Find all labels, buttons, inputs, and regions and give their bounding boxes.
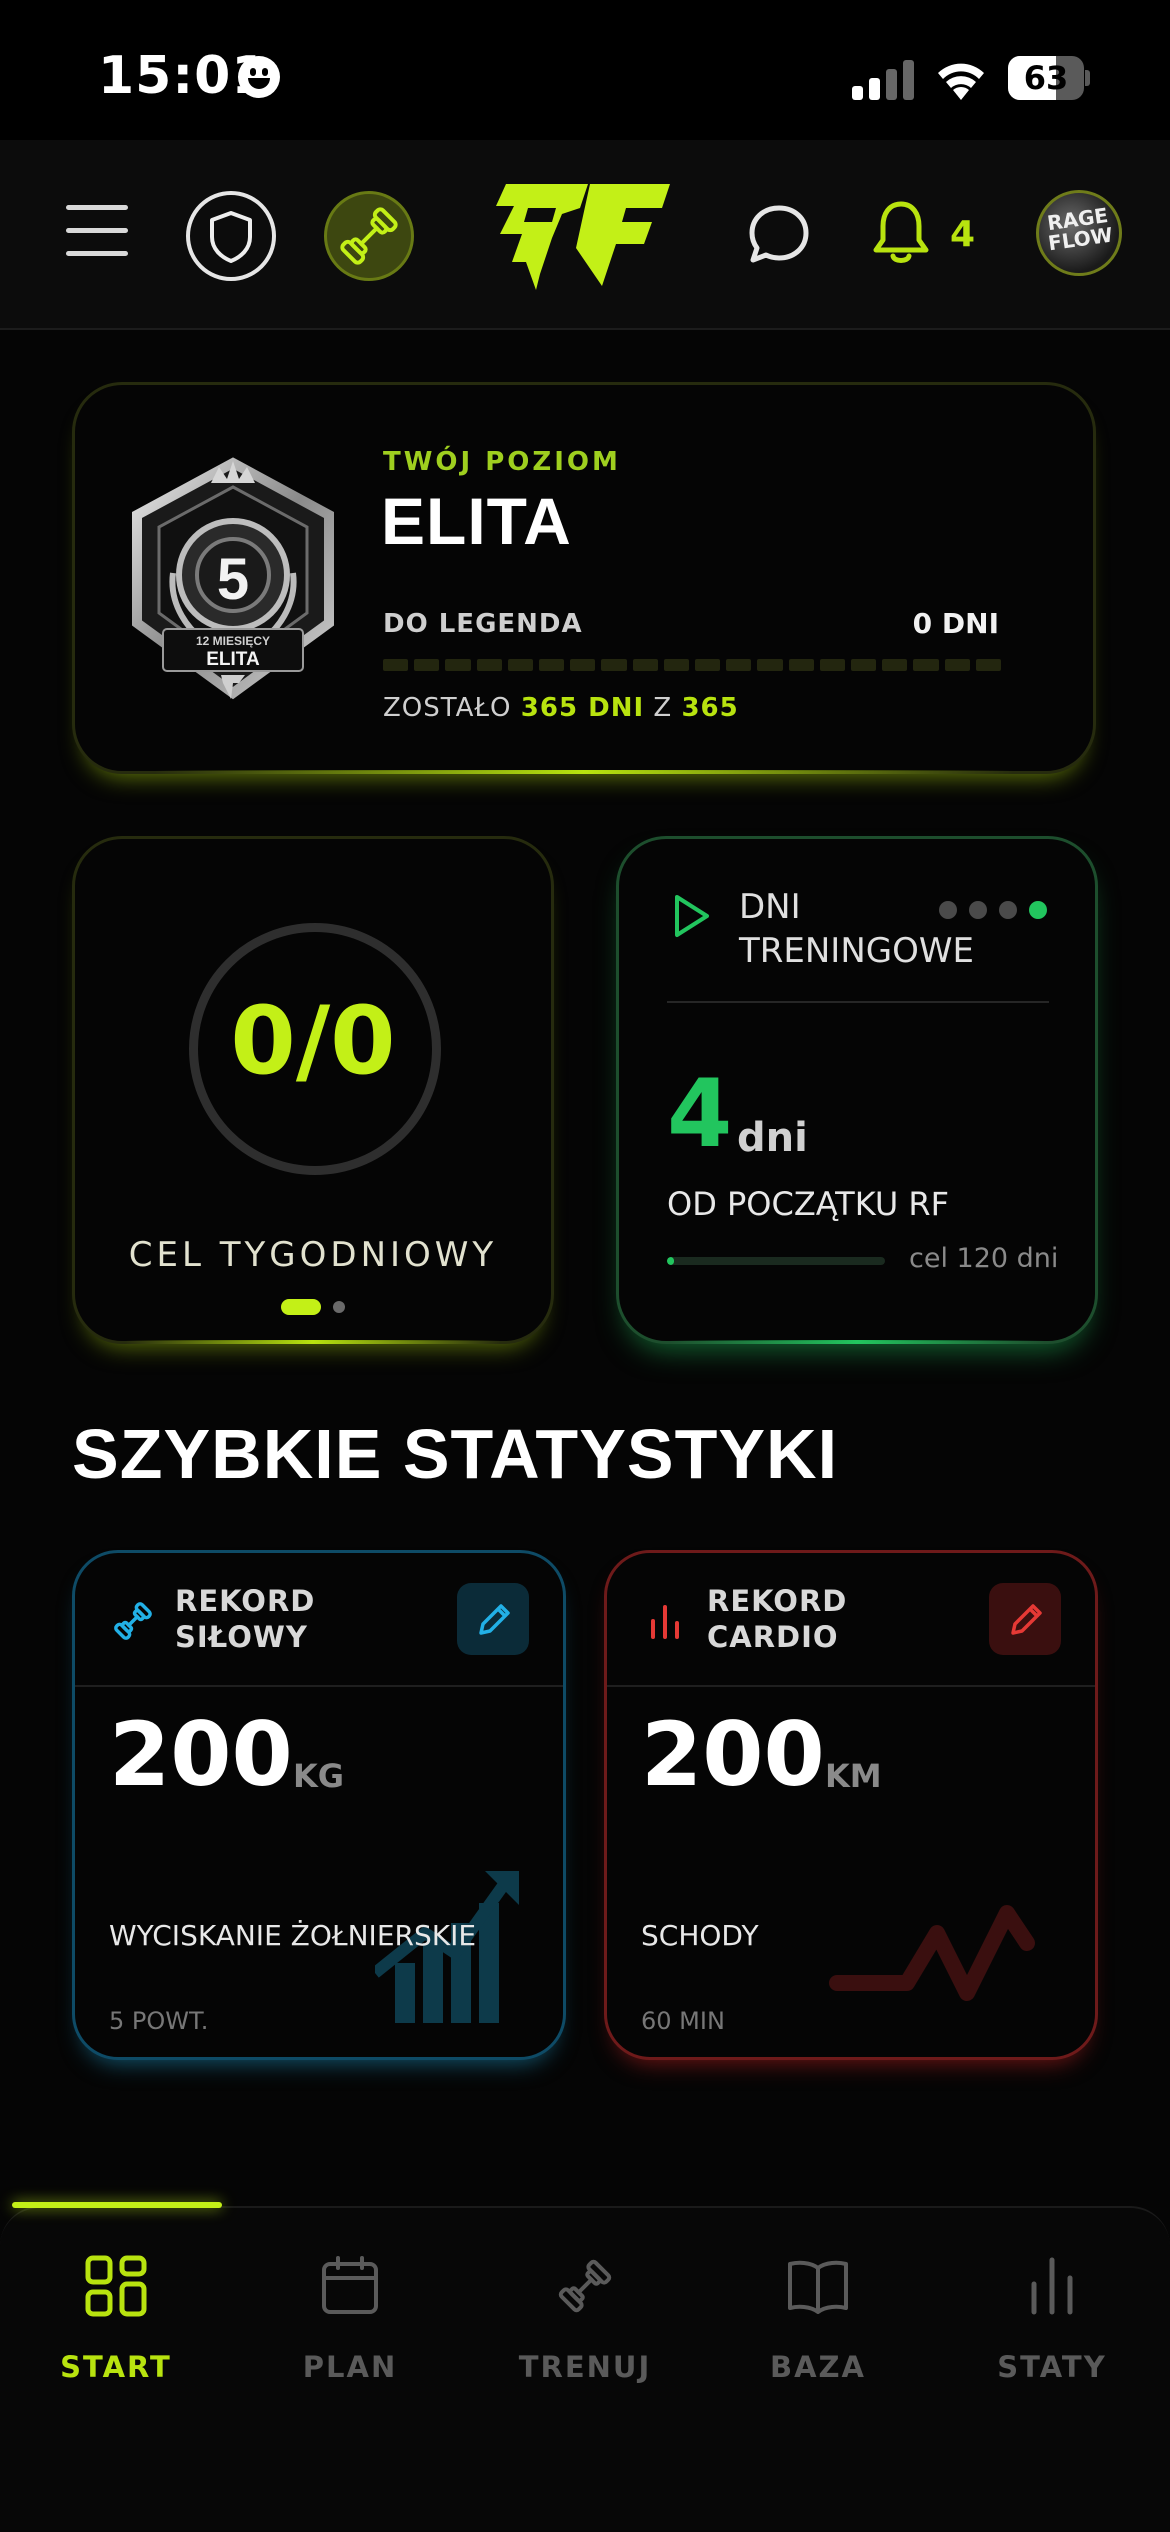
cardio-record-value: 200 [641,1703,825,1806]
strength-record-card[interactable]: REKORD SIŁOWY 200 KG WYCISKANIE ŻOŁNIERS… [72,1550,566,2060]
badge-subtitle: 12 MIESIĘCY [196,634,270,648]
pager-dot[interactable] [333,1301,345,1313]
goal-pager[interactable] [281,1299,361,1315]
dumbbell-icon [558,2259,612,2313]
rf-logo[interactable] [492,178,674,296]
quick-stats-title: SZYBKIE STATYSTYKI [72,1415,839,1493]
training-days-goal: cel 120 dni [909,1243,1059,1274]
strength-record-value: 200 [109,1703,293,1806]
remaining-days-text: ZOSTAŁO 365 DNI Z 365 [383,693,739,723]
nav-train-label: TRENUJ [518,2350,652,2384]
bar-chart-icon [651,1605,679,1639]
nav-plan[interactable]: PLAN [250,2254,450,2414]
grid-icon [85,2255,147,2317]
bottom-navigation: START PLAN TRENUJ BAZA STATY [0,2202,1170,2532]
shield-icon [210,211,252,263]
nav-stats-label: STATY [997,2350,1107,2384]
pencil-icon [479,1604,510,1635]
dumbbell-icon [340,207,398,265]
cardio-record-unit: KM [825,1757,882,1795]
cardio-exercise: SCHODY [641,1919,759,1952]
level-caption: TWÓJ POZIOM [383,447,621,477]
training-days-title: DNI TRENINGOWE [739,887,974,971]
next-level-days: 0 DNI [912,607,999,640]
pager-dot-active[interactable] [281,1299,321,1315]
level-name: ELITA [381,484,572,558]
nav-stats[interactable]: STATY [952,2254,1152,2414]
battery-percent: 63 [1023,59,1069,97]
strength-exercise: WYCISKANIE ŻOŁNIERSKIE [109,1919,477,1952]
cardio-record-title: REKORD CARDIO [707,1584,848,1654]
nav-base[interactable]: BAZA [718,2254,918,2414]
battery-icon: 63 [1008,56,1090,100]
bar-chart-icon [1031,2257,1073,2315]
badge-name: ELITA [206,649,260,670]
avatar-text: RAGE FLOW [1045,202,1115,256]
edit-strength-button[interactable] [457,1583,529,1655]
cardio-duration: 60 MIN [641,2007,725,2035]
nav-plan-label: PLAN [302,2350,398,2384]
remaining-total: 365 [681,693,739,723]
smiley-icon [238,56,280,98]
pulse-line-icon [829,1905,1035,2001]
strength-record-title: REKORD SIŁOWY [175,1584,316,1654]
training-days-count: 4 [667,1060,733,1169]
bell-icon[interactable] [872,200,930,266]
level-progress-bar [383,659,1002,671]
nav-train[interactable]: TRENUJ [485,2254,685,2414]
nav-active-indicator [12,2202,222,2208]
weekly-goal-label: CEL TYGODNIOWY [128,1235,498,1275]
chat-icon[interactable] [746,202,812,268]
shield-button[interactable] [186,191,276,281]
cellular-signal-icon [852,60,914,100]
remaining-days: 365 DNI [520,693,645,723]
workout-button[interactable] [324,191,414,281]
nav-base-label: BAZA [769,2350,867,2384]
pencil-icon [1011,1604,1042,1635]
cardio-record-card[interactable]: REKORD CARDIO 200 KM SCHODY 60 MIN [604,1550,1098,2060]
hamburger-menu-icon[interactable] [66,205,128,257]
level-card[interactable]: 5 12 MIESIĘCY ELITA TWÓJ POZIOM ELITA DO… [72,382,1096,774]
app-header: 4 RAGE FLOW [0,140,1170,330]
training-days-unit: dni [737,1115,808,1161]
notification-count: 4 [950,214,976,255]
status-bar: 15:01 63 [0,0,1170,140]
avatar[interactable]: RAGE FLOW [1036,190,1122,276]
training-days-card[interactable]: DNI TRENINGOWE 4 dni OD POCZĄTKU RF cel … [616,836,1098,1344]
badge-number: 5 [217,547,249,612]
book-icon [788,2260,848,2314]
calendar-icon [322,2256,378,2314]
training-days-progress [667,1257,885,1265]
weekly-goal-card[interactable]: 0/0 CEL TYGODNIOWY [72,836,554,1344]
nav-start[interactable]: START [16,2254,216,2414]
weekly-goal-value: 0/0 [230,987,396,1096]
strength-reps: 5 POWT. [109,2007,209,2035]
wifi-icon [938,63,984,100]
next-level-label: DO LEGENDA [383,609,583,639]
play-icon [675,895,709,937]
training-days-pager[interactable] [939,901,1049,919]
dumbbell-icon [114,1602,152,1640]
elite-badge-icon: 5 12 MIESIĘCY ELITA [132,457,334,700]
training-days-since: OD POCZĄTKU RF [667,1185,950,1223]
edit-cardio-button[interactable] [989,1583,1061,1655]
strength-record-unit: KG [293,1757,345,1795]
nav-start-label: START [60,2350,172,2384]
